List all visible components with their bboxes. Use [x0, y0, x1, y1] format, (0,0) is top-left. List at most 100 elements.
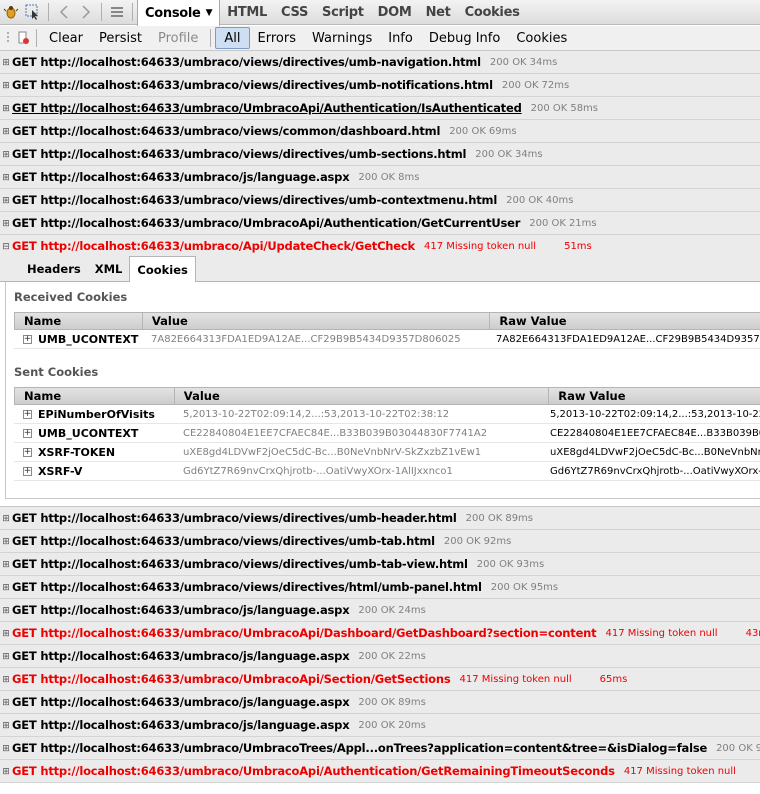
tab-dom[interactable]: DOM	[371, 0, 419, 25]
request-url[interactable]: GET http://localhost:64633/umbraco/views…	[12, 78, 493, 92]
request-url[interactable]: GET http://localhost:64633/umbraco/js/la…	[12, 170, 350, 184]
request-url[interactable]: GET http://localhost:64633/umbraco/views…	[12, 580, 482, 594]
request-url[interactable]: GET http://localhost:64633/umbraco/Umbra…	[12, 764, 615, 778]
log-row[interactable]: ⊞ GET http://localhost:64633/umbraco/vie…	[0, 507, 760, 530]
expand-icon[interactable]: ⊞	[0, 743, 12, 754]
tab-console[interactable]: Console ▼	[137, 0, 221, 26]
cookie-row[interactable]: + XSRF-V Gd6YtZ7R69nvCrxQhjrotb-...OatiVw…	[14, 462, 760, 481]
tab-cookies[interactable]: Cookies	[458, 0, 527, 25]
request-url[interactable]: GET http://localhost:64633/umbraco/Umbra…	[12, 626, 597, 640]
request-url[interactable]: GET http://localhost:64633/umbraco/views…	[12, 55, 481, 69]
profile-button[interactable]: Profile	[150, 26, 206, 50]
command-line-menu-icon[interactable]	[106, 0, 128, 24]
column-header-raw-value[interactable]: Raw Value	[490, 313, 760, 329]
request-url[interactable]: GET http://localhost:64633/umbraco/views…	[12, 557, 468, 571]
tab-net[interactable]: Net	[419, 0, 458, 25]
expand-icon[interactable]: ⊞	[0, 651, 12, 662]
expand-icon[interactable]: ⊞	[0, 536, 12, 547]
firebug-bug-icon[interactable]	[0, 0, 22, 24]
back-arrow-icon[interactable]	[53, 0, 75, 24]
log-row[interactable]: ⊞ GET http://localhost:64633/umbraco/vie…	[0, 530, 760, 553]
expand-icon[interactable]: ⊞	[0, 559, 12, 570]
log-row[interactable]: ⊞ GET http://localhost:64633/umbraco/vie…	[0, 189, 760, 212]
request-url[interactable]: GET http://localhost:64633/umbraco/js/la…	[12, 649, 350, 663]
log-row[interactable]: ⊞ GET http://localhost:64633/umbraco/js/…	[0, 691, 760, 714]
log-row-error[interactable]: ⊞ GET http://localhost:64633/umbraco/Umb…	[0, 760, 760, 783]
expand-icon[interactable]: ⊞	[0, 697, 12, 708]
request-url[interactable]: GET http://localhost:64633/umbraco/views…	[12, 511, 457, 525]
filter-warnings-button[interactable]: Warnings	[304, 26, 380, 50]
expand-icon[interactable]: ⊞	[0, 126, 12, 137]
breakpoint-on-error-icon[interactable]	[16, 26, 32, 50]
column-header-value[interactable]: Value	[143, 313, 491, 329]
request-url[interactable]: GET http://localhost:64633/umbraco/views…	[12, 534, 435, 548]
clear-button[interactable]: Clear	[41, 26, 91, 50]
filter-debug-info-button[interactable]: Debug Info	[421, 26, 509, 50]
cookie-row[interactable]: + UMB_UCONTEXT 7A82E664313FDA1ED9A12AE...…	[14, 330, 760, 349]
expand-icon[interactable]: ⊞	[0, 218, 12, 229]
log-row[interactable]: ⊞ GET http://localhost:64633/umbraco/vie…	[0, 576, 760, 599]
log-row[interactable]: ⊞ GET http://localhost:64633/umbraco/Umb…	[0, 212, 760, 235]
expand-plus-icon[interactable]: +	[23, 334, 32, 344]
column-header-raw-value[interactable]: Raw Value	[549, 388, 760, 404]
request-url[interactable]: GET http://localhost:64633/umbraco/Umbra…	[12, 672, 451, 686]
filter-errors-button[interactable]: Errors	[250, 26, 304, 50]
cookie-row[interactable]: + EPiNumberOfVisits 5,2013-10-22T02:09:14…	[14, 405, 760, 424]
log-row[interactable]: ⊞ GET http://localhost:64633/umbraco/js/…	[0, 166, 760, 189]
persist-button[interactable]: Persist	[91, 26, 150, 50]
request-url[interactable]: GET http://localhost:64633/umbraco/views…	[12, 193, 497, 207]
request-url[interactable]: GET http://localhost:64633/umbraco/js/la…	[12, 718, 350, 732]
expand-icon[interactable]: ⊞	[0, 57, 12, 68]
request-url[interactable]: GET http://localhost:64633/umbraco/Umbra…	[12, 216, 520, 230]
expand-icon[interactable]: ⊞	[0, 582, 12, 593]
log-row-error[interactable]: ⊞ GET http://localhost:64633/umbraco/Umb…	[0, 668, 760, 691]
request-url[interactable]: GET http://localhost:64633/umbraco/Umbra…	[12, 741, 707, 755]
expand-plus-icon[interactable]: +	[23, 447, 32, 457]
chevron-down-icon[interactable]: ▼	[206, 8, 213, 18]
request-url[interactable]: GET http://localhost:64633/umbraco/views…	[12, 124, 440, 138]
expand-icon[interactable]: ⊞	[0, 513, 12, 524]
inspect-pointer-icon[interactable]	[22, 0, 44, 24]
expand-icon[interactable]: ⊞	[0, 628, 12, 639]
expand-icon[interactable]: ⊞	[0, 172, 12, 183]
tab-script[interactable]: Script	[315, 0, 371, 25]
log-row-error-expanded[interactable]: ⊟ GET http://localhost:64633/umbraco/Api…	[0, 235, 760, 258]
expand-icon[interactable]: ⊞	[0, 103, 12, 114]
log-row[interactable]: ⊞ GET http://localhost:64633/umbraco/js/…	[0, 599, 760, 622]
request-url[interactable]: GET http://localhost:64633/umbraco/Umbra…	[12, 101, 522, 115]
request-url[interactable]: GET http://localhost:64633/umbraco/js/la…	[12, 603, 350, 617]
tab-css[interactable]: CSS	[274, 0, 315, 25]
filter-all-button[interactable]: All	[215, 27, 250, 49]
cookie-row[interactable]: + UMB_UCONTEXT CE22840804E1EE7CFAEC84E...…	[14, 424, 760, 443]
expand-icon[interactable]: ⊞	[0, 605, 12, 616]
log-row[interactable]: ⊞ GET http://localhost:64633/umbraco/js/…	[0, 645, 760, 668]
request-url[interactable]: GET http://localhost:64633/umbraco/js/la…	[12, 695, 350, 709]
log-row[interactable]: ⊞ GET http://localhost:64633/umbraco/vie…	[0, 51, 760, 74]
tab-detail-cookies[interactable]: Cookies	[129, 256, 196, 282]
request-url[interactable]: GET http://localhost:64633/umbraco/views…	[12, 147, 466, 161]
log-row[interactable]: ⊞ GET http://localhost:64633/umbraco/vie…	[0, 74, 760, 97]
cookie-row[interactable]: + XSRF-TOKEN uXE8gd4LDVwF2jOeC5dC-Bc...B0…	[14, 443, 760, 462]
expand-plus-icon[interactable]: +	[23, 409, 32, 419]
log-row[interactable]: ⊞ GET http://localhost:64633/umbraco/Umb…	[0, 97, 760, 120]
tab-headers[interactable]: Headers	[20, 257, 88, 281]
log-row-error[interactable]: ⊞ GET http://localhost:64633/umbraco/Umb…	[0, 622, 760, 645]
tab-html[interactable]: HTML	[220, 0, 274, 25]
expand-plus-icon[interactable]: +	[23, 466, 32, 476]
log-row[interactable]: ⊞ GET http://localhost:64633/umbraco/vie…	[0, 120, 760, 143]
collapse-icon[interactable]: ⊟	[0, 241, 12, 252]
expand-plus-icon[interactable]: +	[23, 428, 32, 438]
column-header-name[interactable]: Name	[15, 388, 175, 404]
filter-info-button[interactable]: Info	[380, 26, 421, 50]
expand-icon[interactable]: ⊞	[0, 674, 12, 685]
log-row[interactable]: ⊞ GET http://localhost:64633/umbraco/js/…	[0, 714, 760, 737]
column-header-value[interactable]: Value	[175, 388, 550, 404]
expand-icon[interactable]: ⊞	[0, 149, 12, 160]
expand-icon[interactable]: ⊞	[0, 766, 12, 777]
expand-icon[interactable]: ⊞	[0, 195, 12, 206]
log-row[interactable]: ⊞ GET http://localhost:64633/umbraco/vie…	[0, 553, 760, 576]
expand-icon[interactable]: ⊞	[0, 80, 12, 91]
expand-icon[interactable]: ⊞	[0, 720, 12, 731]
column-header-name[interactable]: Name	[15, 313, 143, 329]
request-url[interactable]: GET http://localhost:64633/umbraco/Api/U…	[12, 239, 415, 253]
